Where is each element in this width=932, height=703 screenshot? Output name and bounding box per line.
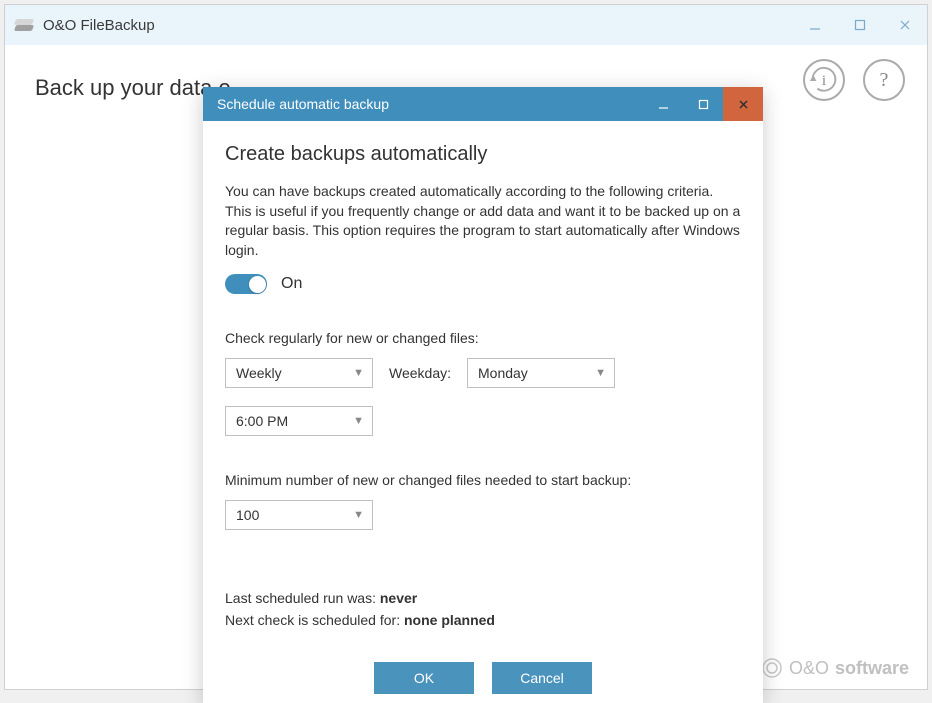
dialog-description: You can have backups created automatical… [225, 182, 741, 260]
app-icon [13, 17, 35, 33]
dialog-title: Schedule automatic backup [217, 96, 389, 112]
app-title: O&O FileBackup [43, 17, 155, 34]
main-close-button[interactable] [882, 5, 927, 45]
dialog-close-button[interactable] [723, 87, 763, 121]
chevron-down-icon: ▼ [595, 367, 606, 379]
toggle-label: On [281, 275, 302, 293]
brand-prefix: O&O [789, 658, 829, 679]
last-run-value: never [380, 590, 417, 606]
chevron-down-icon: ▼ [353, 367, 364, 379]
min-files-row: 100 ▼ [225, 500, 741, 530]
weekday-label: Weekday: [389, 365, 451, 381]
status-block: Last scheduled run was: never Next check… [225, 590, 741, 628]
dialog-buttons: OK Cancel [225, 662, 741, 694]
dialog-maximize-button[interactable] [683, 87, 723, 121]
brand-suffix: software [835, 658, 909, 679]
footer-brand: O&O software [761, 657, 909, 679]
ok-button[interactable]: OK [374, 662, 474, 694]
toggle-row: On [225, 274, 741, 294]
weekday-select[interactable]: Monday ▼ [467, 358, 615, 388]
next-check-label: Next check is scheduled for: [225, 612, 404, 628]
chevron-down-icon: ▼ [353, 415, 364, 427]
main-area: Back up your data e i ? O&O software Sch [5, 45, 927, 689]
page-title: Back up your data e [35, 75, 231, 101]
main-maximize-button[interactable] [837, 5, 882, 45]
info-refresh-button[interactable]: i [803, 59, 845, 101]
frequency-row: Weekly ▼ Weekday: Monday ▼ [225, 358, 741, 388]
dialog-body: Create backups automatically You can hav… [203, 121, 763, 694]
min-files-label: Minimum number of new or changed files n… [225, 472, 741, 488]
toolbar-icons: i ? [803, 59, 905, 101]
dialog-heading: Create backups automatically [225, 143, 741, 166]
main-titlebar: O&O FileBackup [5, 5, 927, 45]
next-check-value: none planned [404, 612, 495, 628]
svg-text:i: i [822, 72, 826, 89]
last-run-line: Last scheduled run was: never [225, 590, 741, 606]
main-window-controls [792, 5, 927, 45]
weekday-value: Monday [478, 365, 528, 381]
dialog-minimize-button[interactable] [643, 87, 683, 121]
brand-icon [761, 657, 783, 679]
chevron-down-icon: ▼ [353, 509, 364, 521]
last-run-label: Last scheduled run was: [225, 590, 380, 606]
dialog-window-controls [643, 87, 763, 121]
check-label: Check regularly for new or changed files… [225, 330, 741, 346]
main-minimize-button[interactable] [792, 5, 837, 45]
time-select[interactable]: 6:00 PM ▼ [225, 406, 373, 436]
time-row: 6:00 PM ▼ [225, 406, 741, 436]
help-button[interactable]: ? [863, 59, 905, 101]
frequency-value: Weekly [236, 365, 282, 381]
main-window: O&O FileBackup Back up your data e i [4, 4, 928, 690]
min-files-value: 100 [236, 507, 259, 523]
time-value: 6:00 PM [236, 413, 288, 429]
min-files-select[interactable]: 100 ▼ [225, 500, 373, 530]
schedule-dialog: Schedule automatic backup Create backups… [203, 87, 763, 703]
dialog-titlebar: Schedule automatic backup [203, 87, 763, 121]
frequency-select[interactable]: Weekly ▼ [225, 358, 373, 388]
schedule-toggle[interactable] [225, 274, 267, 294]
next-check-line: Next check is scheduled for: none planne… [225, 612, 741, 628]
cancel-button[interactable]: Cancel [492, 662, 592, 694]
